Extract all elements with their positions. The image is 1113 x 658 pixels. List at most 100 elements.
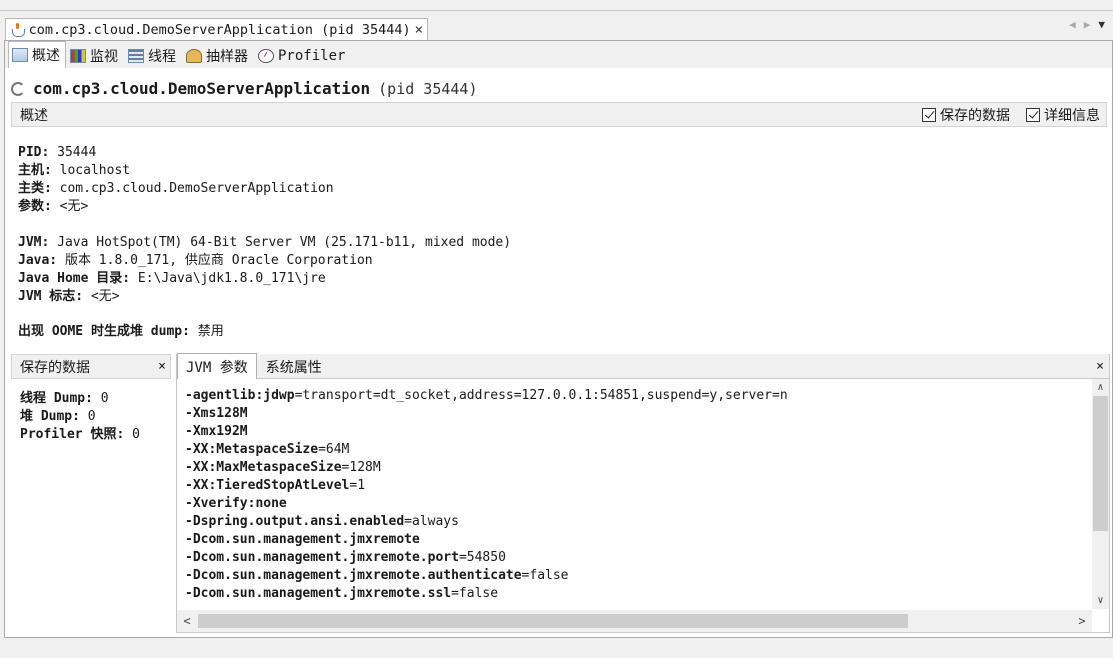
scroll-left-icon[interactable]: < <box>177 610 197 632</box>
scroll-right-icon[interactable]: ▶ <box>1084 18 1091 31</box>
saved-data-checkbox[interactable]: 保存的数据 <box>922 105 1010 125</box>
main-class-label: 主类: <box>18 181 52 196</box>
jvm-details-tabs: JVM 参数 系统属性 × <box>177 353 1109 379</box>
profiler-snapshot-value: 0 <box>132 427 140 442</box>
document-tab-title: com.cp3.cloud.DemoServerApplication (pid… <box>28 22 411 38</box>
overview-section-header: 概述 保存的数据 详细信息 <box>11 102 1107 127</box>
saved-data-pane-header: 保存的数据 × <box>11 354 171 379</box>
jvm-argument-key: -Dcom.sun.management.jmxremote.authentic… <box>185 568 522 583</box>
jvm-row: JVM: Java HotSpot(TM) 64-Bit Server VM (… <box>18 234 511 252</box>
close-icon[interactable]: × <box>154 359 170 374</box>
scroll-left-icon[interactable]: ◀ <box>1069 18 1076 31</box>
oome-info: 出现 OOME 时生成堆 dump: 禁用 <box>18 323 224 341</box>
close-icon[interactable]: × <box>411 22 427 38</box>
jvm-argument-value: =false <box>451 586 499 601</box>
tab-monitor[interactable]: 监视 <box>66 43 124 68</box>
jvm-argument-key: -Dcom.sun.management.jmxremote.ssl <box>185 586 452 601</box>
sampler-icon <box>186 49 202 63</box>
tab-list-menu-icon[interactable]: ▼ <box>1098 18 1105 31</box>
jvm-flags-label: JVM 标志: <box>18 289 84 304</box>
monitor-icon <box>70 49 86 63</box>
pid-row: PID: 35444 <box>18 144 334 162</box>
scroll-up-icon[interactable]: ∧ <box>1092 379 1109 396</box>
java-label: Java: <box>18 253 58 268</box>
jvm-argument-value: =always <box>404 514 459 529</box>
jvm-flags-row: JVM 标志: <无> <box>18 288 511 306</box>
oome-value: 禁用 <box>197 324 224 339</box>
process-info: PID: 35444 主机: localhost 主类: com.cp3.clo… <box>18 144 334 216</box>
tab-jvm-arguments[interactable]: JVM 参数 <box>177 353 257 379</box>
oome-row: 出现 OOME 时生成堆 dump: 禁用 <box>18 323 224 341</box>
tab-monitor-label: 监视 <box>90 49 118 65</box>
heap-dump-label: 堆 Dump: <box>20 409 80 424</box>
tab-profiler[interactable]: Profiler <box>254 43 351 68</box>
oome-label: 出现 OOME 时生成堆 dump: <box>18 324 190 339</box>
jvm-value: Java HotSpot(TM) 64-Bit Server VM (25.17… <box>57 235 512 250</box>
java-home-label: Java Home 目录: <box>18 271 131 286</box>
jvm-info: JVM: Java HotSpot(TM) 64-Bit Server VM (… <box>18 234 511 306</box>
details-checkbox[interactable]: 详细信息 <box>1026 105 1100 125</box>
jvm-flags-value: <无> <box>90 289 120 304</box>
jvm-argument-key: -Xms128M <box>185 406 248 421</box>
tab-threads[interactable]: 线程 <box>124 43 182 68</box>
document-tab-bar: com.cp3.cloud.DemoServerApplication (pid… <box>0 10 1113 41</box>
jvm-argument-key: -Dcom.sun.management.jmxremote.port <box>185 550 459 565</box>
document-content: 概述 监视 线程 抽样器 Profiler com.cp3.cloud.Demo… <box>4 40 1113 638</box>
application-name: com.cp3.cloud.DemoServerApplication <box>33 79 371 98</box>
java-icon <box>10 22 25 38</box>
scroll-right-icon[interactable]: > <box>1072 610 1092 632</box>
saved-data-pane: 保存的数据 × 线程 Dump: 0 堆 Dump: 0 Profiler 快照… <box>11 354 171 633</box>
jvm-argument-value: =64M <box>318 442 350 457</box>
profiler-icon <box>258 49 274 63</box>
document-tab[interactable]: com.cp3.cloud.DemoServerApplication (pid… <box>5 18 428 41</box>
tab-profiler-label: Profiler <box>278 48 346 64</box>
jvm-argument-key: -XX:TieredStopAtLevel <box>185 478 350 493</box>
jvm-argument-row: -Dspring.output.ansi.enabled=always <box>185 513 1090 531</box>
jvm-argument-value: =1 <box>349 478 366 493</box>
application-pid: (pid 35444) <box>378 79 478 98</box>
java-row: Java: 版本 1.8.0_171, 供应商 Oracle Corporati… <box>18 252 511 270</box>
saved-data-list: 线程 Dump: 0 堆 Dump: 0 Profiler 快照: 0 <box>11 379 171 444</box>
jvm-label: JVM: <box>18 235 50 250</box>
tab-sampler[interactable]: 抽样器 <box>182 43 254 68</box>
view-tabs: 概述 监视 线程 抽样器 Profiler <box>5 41 1112 68</box>
heap-dump-row: 堆 Dump: 0 <box>20 408 171 426</box>
jvm-argument-row: -Dcom.sun.management.jmxremote.port=5485… <box>185 549 1090 567</box>
vertical-scrollbar[interactable]: ∧ ∨ <box>1092 379 1109 609</box>
tab-sampler-label: 抽样器 <box>206 49 248 65</box>
checkbox-checked-icon <box>1026 107 1040 122</box>
jvm-details-pane: JVM 参数 系统属性 × -agentlib:jdwp=transport=d… <box>176 353 1110 633</box>
jvm-argument-row: -XX:MetaspaceSize=64M <box>185 441 1090 459</box>
details-checkbox-label: 详细信息 <box>1044 107 1100 124</box>
jvm-argument-row: -Dcom.sun.management.jmxremote.authentic… <box>185 567 1090 585</box>
heap-dump-value: 0 <box>87 409 96 424</box>
tab-overview[interactable]: 概述 <box>8 41 66 68</box>
thread-dump-value: 0 <box>100 391 109 406</box>
tab-navigation: ◀ ▶ ▼ <box>1069 18 1105 31</box>
jvm-arguments-list: -agentlib:jdwp=transport=dt_socket,addre… <box>185 387 1090 607</box>
jvm-argument-key: -Dspring.output.ansi.enabled <box>185 514 405 529</box>
jvm-argument-row: -Xms128M <box>185 405 1090 423</box>
horizontal-scrollbar[interactable]: < > <box>177 610 1092 632</box>
profiler-snapshot-row: Profiler 快照: 0 <box>20 426 171 444</box>
main-class-row: 主类: com.cp3.cloud.DemoServerApplication <box>18 180 334 198</box>
jvm-argument-key: -XX:MetaspaceSize <box>185 442 319 457</box>
jvm-argument-row: -Xverify:none <box>185 495 1090 513</box>
jvm-argument-key: -Xverify:none <box>185 496 287 511</box>
args-row: 参数: <无> <box>18 198 334 216</box>
thread-dump-row: 线程 Dump: 0 <box>20 390 171 408</box>
java-value: 版本 1.8.0_171, 供应商 Oracle Corporation <box>64 253 373 268</box>
tab-system-properties[interactable]: 系统属性 <box>257 354 331 378</box>
vertical-scroll-thumb[interactable] <box>1093 396 1108 531</box>
tab-overview-label: 概述 <box>32 48 60 64</box>
host-label: 主机: <box>18 163 52 178</box>
threads-icon <box>128 49 144 63</box>
pid-label: PID: <box>18 145 50 160</box>
profiler-snapshot-label: Profiler 快照: <box>20 427 125 442</box>
jvm-argument-value: =false <box>521 568 569 583</box>
checkbox-checked-icon <box>922 107 936 122</box>
horizontal-scroll-thumb[interactable] <box>198 614 908 628</box>
scroll-down-icon[interactable]: ∨ <box>1092 592 1109 609</box>
jvm-argument-key: -XX:MaxMetaspaceSize <box>185 460 342 475</box>
close-icon[interactable]: × <box>1091 354 1109 378</box>
